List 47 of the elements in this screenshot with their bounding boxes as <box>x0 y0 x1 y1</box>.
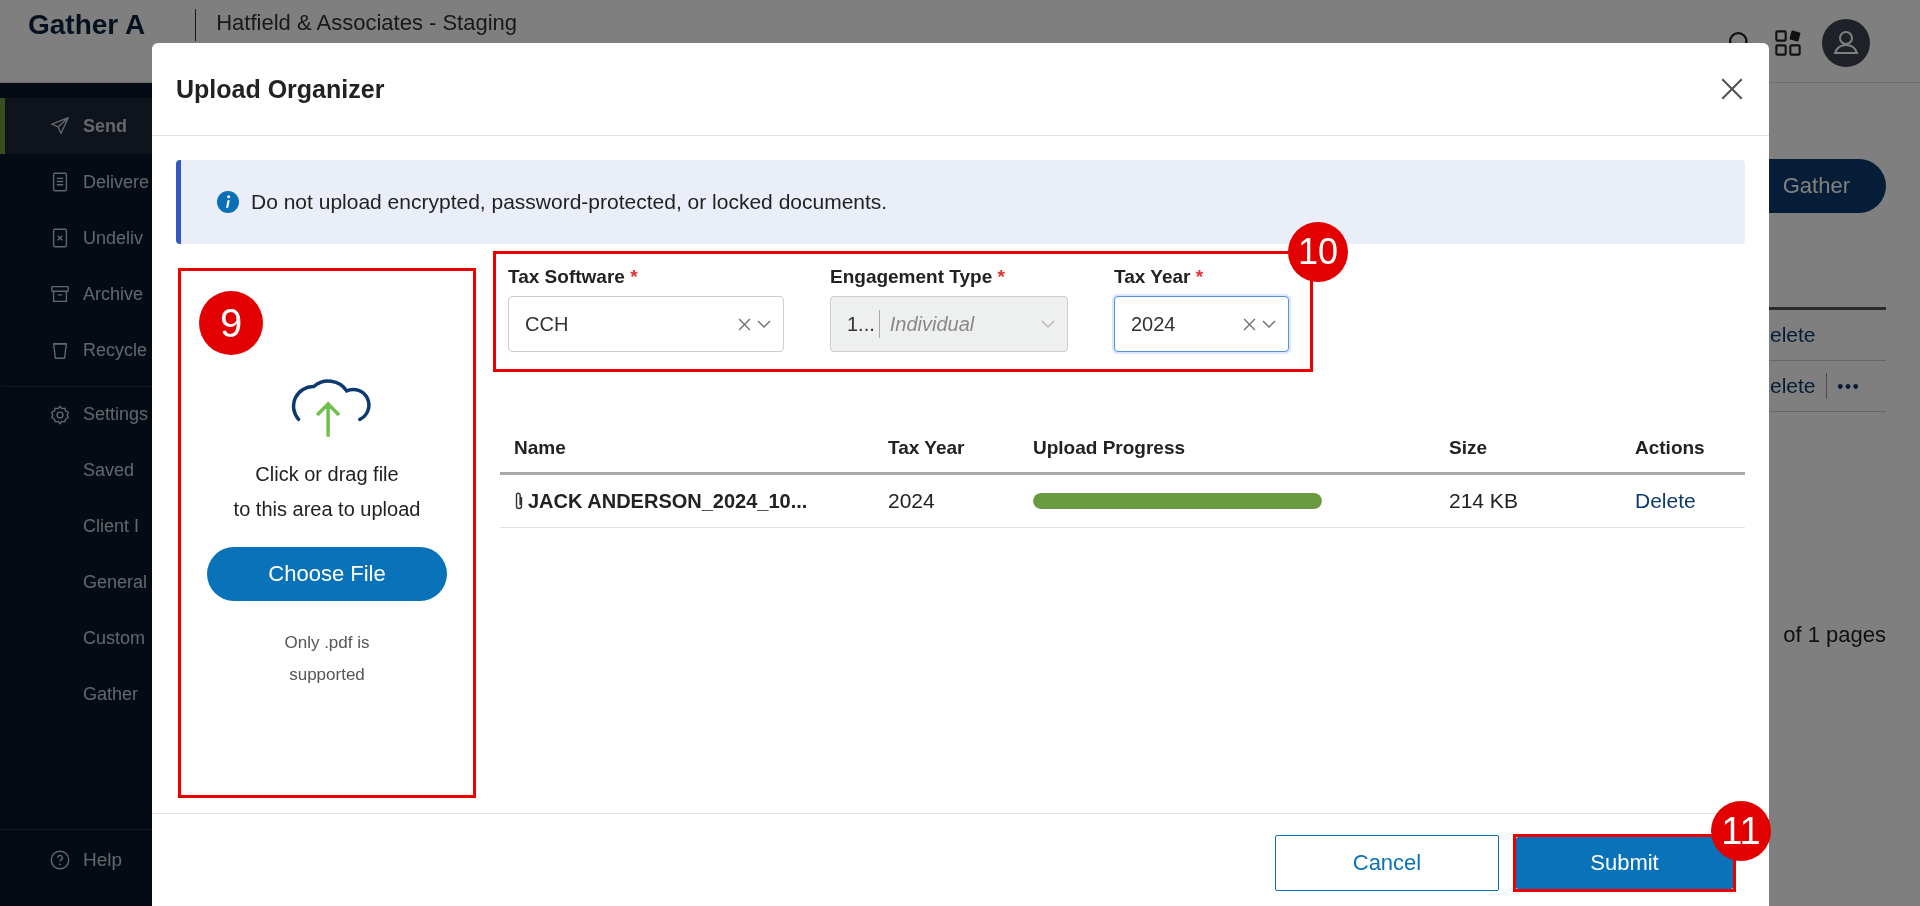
step-number-badge: 11 <box>1711 801 1771 861</box>
field-label: Tax Software * <box>508 266 639 288</box>
more-options-icon[interactable] <box>1836 382 1859 390</box>
user-avatar-icon[interactable] <box>1822 19 1870 67</box>
upload-instructions: Click or drag file to this area to upload <box>233 462 421 522</box>
file-type-hint: Only .pdf is supported <box>283 632 371 686</box>
field-label: Engagement Type * <box>830 266 1006 288</box>
paperclip-icon <box>514 491 524 511</box>
delete-link[interactable]: elete <box>1770 323 1816 347</box>
step-number-badge: 9 <box>199 291 263 355</box>
file-name: JACK ANDERSON_2024_10... <box>528 489 808 513</box>
delete-link[interactable]: Delete <box>1635 489 1696 513</box>
choose-file-button[interactable]: Choose File <box>207 547 447 601</box>
pagination-text: of 1 pages <box>1783 622 1886 647</box>
select-field[interactable]: 2024 <box>1114 296 1289 352</box>
delete-link[interactable]: elete <box>1770 374 1816 398</box>
column-header: Name <box>514 437 567 459</box>
step-number-badge: 10 <box>1288 222 1348 282</box>
column-header: Tax Year <box>888 437 966 459</box>
column-header: Size <box>1449 437 1489 459</box>
close-icon[interactable] <box>1719 76 1745 102</box>
app-logo[interactable]: Gather A <box>28 9 197 41</box>
select-field: 1... Individual <box>830 296 1068 352</box>
column-header: Actions <box>1635 437 1706 459</box>
apps-grid-icon[interactable] <box>1774 29 1802 57</box>
select-field[interactable]: CCH <box>508 296 784 352</box>
sidebar-item[interactable]: Undeliv <box>0 210 186 266</box>
chevron-down-icon <box>757 320 771 328</box>
sidebar-item[interactable]: Recycle <box>0 322 186 378</box>
archive-box-icon <box>49 283 71 305</box>
organization-name: Hatfield & Associates - Staging <box>216 10 518 36</box>
notice-text: Do not upload encrypted, password-protected, or locked documents. <box>251 190 888 214</box>
table-cell-text: 214 KB <box>1449 489 1519 513</box>
info-icon <box>217 191 239 213</box>
sidebar-item[interactable]: Delivere <box>0 154 186 210</box>
table-cell-text: 2024 <box>888 489 936 513</box>
column-header: Upload Progress <box>1033 437 1187 459</box>
clear-icon[interactable] <box>738 317 751 331</box>
chevron-down-icon <box>1262 320 1276 328</box>
field-label: Tax Year * <box>1114 266 1205 288</box>
chevron-down-icon <box>1041 320 1055 328</box>
help-icon <box>49 849 71 871</box>
send-icon <box>49 115 71 137</box>
settings-icon <box>49 403 71 426</box>
clear-icon[interactable] <box>1243 317 1256 331</box>
sidebar-item[interactable]: Archive <box>0 266 186 322</box>
cancel-button[interactable]: Cancel <box>1275 835 1499 891</box>
